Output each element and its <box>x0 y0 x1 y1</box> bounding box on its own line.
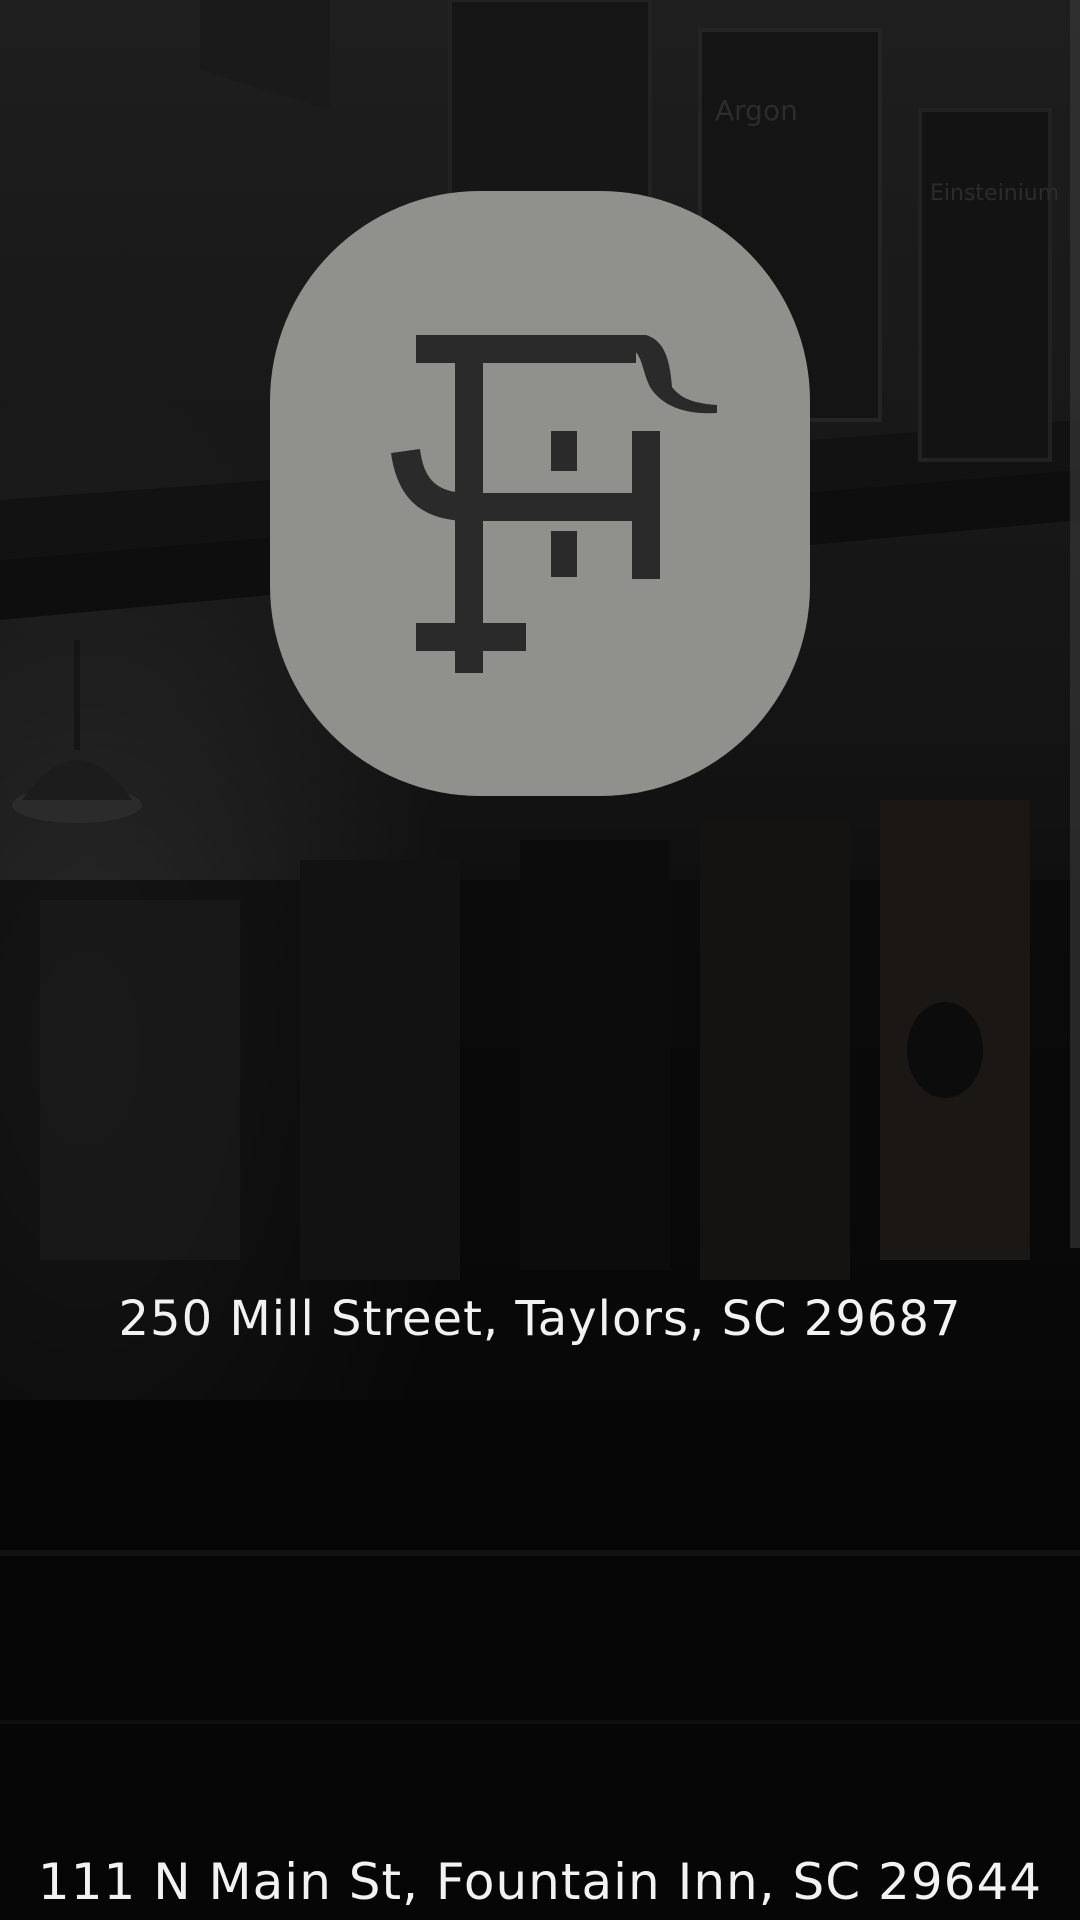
logo-card <box>270 191 810 796</box>
location-address-fountain-inn[interactable]: 111 N Main St, Fountain Inn, SC 29644 <box>0 1853 1080 1911</box>
tf-monogram-logo <box>391 335 717 673</box>
svg-text:Einsteinium: Einsteinium <box>930 181 1059 206</box>
location-address-taylors[interactable]: 250 Mill Street, Taylors, SC 29687 <box>0 1291 1080 1347</box>
svg-text:Argon: Argon <box>715 94 798 127</box>
